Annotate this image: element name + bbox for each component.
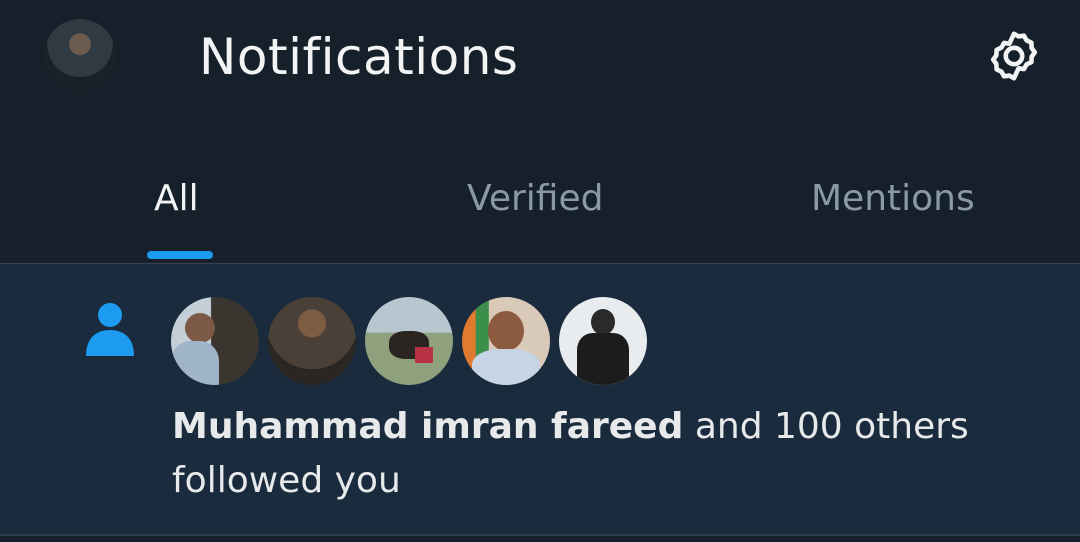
page-title: Notifications [199,28,519,86]
top-bar: Notifications [0,0,1080,130]
follower-avatars [171,297,647,385]
tab-verified[interactable]: Verified [467,178,603,228]
notification-text-rest: and 100 others [683,406,969,447]
follower-name[interactable]: Muhammad imran fareed [172,406,683,447]
gear-icon [990,31,1038,81]
profile-avatar[interactable] [44,19,116,91]
active-tab-indicator [147,251,213,259]
follower-avatar[interactable] [462,297,550,385]
tab-all[interactable]: All [154,178,199,228]
tab-mentions[interactable]: Mentions [811,178,975,228]
notification-text-line2: followed you [172,460,401,501]
follow-notification[interactable]: Muhammad imran fareed and 100 others fol… [0,264,1080,536]
follower-avatar[interactable] [559,297,647,385]
follower-avatar[interactable] [171,297,259,385]
follower-avatar[interactable] [365,297,453,385]
person-icon [86,303,134,356]
notification-tabs: All Verified Mentions [0,130,1080,264]
follower-avatar[interactable] [268,297,356,385]
settings-button[interactable] [982,24,1046,88]
notification-text: Muhammad imran fareed and 100 others fol… [172,400,1032,508]
